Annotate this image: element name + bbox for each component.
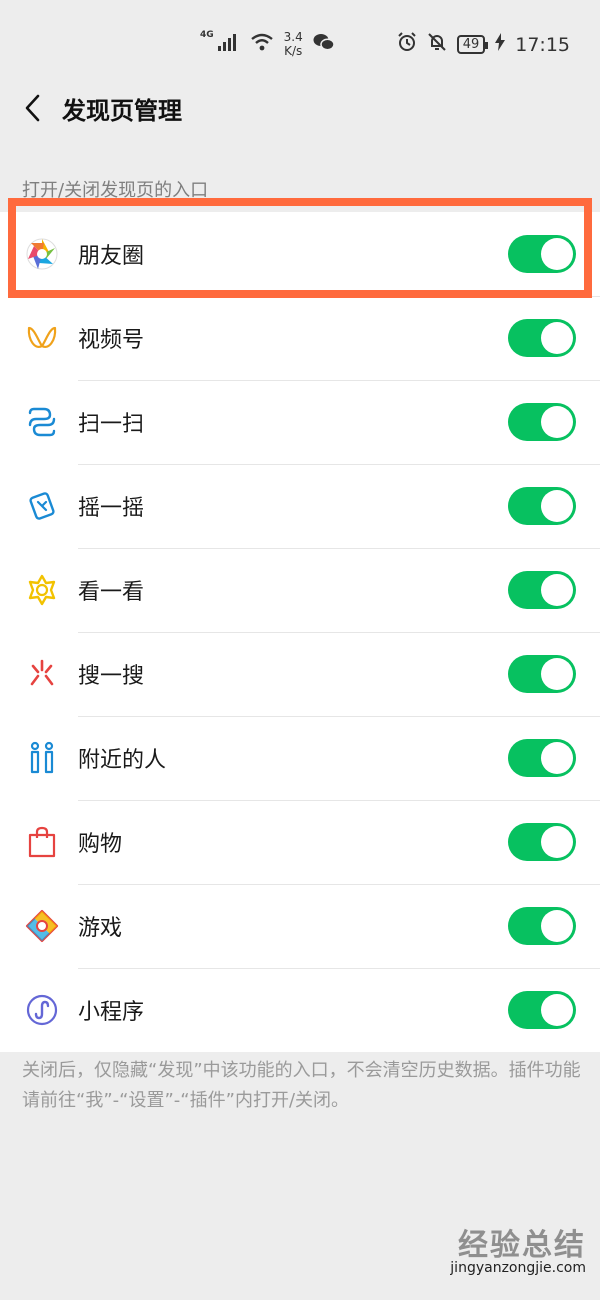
mini-programs-icon: [22, 990, 62, 1030]
list-item-search[interactable]: 搜一搜: [0, 632, 600, 716]
footer-note: 关闭后，仅隐藏“发现”中该功能的入口，不会清空历史数据。插件功能请前往“我”-“…: [22, 1060, 581, 1111]
games-toggle[interactable]: [508, 907, 576, 945]
net-speed-unit: K/s: [284, 44, 303, 58]
channels-toggle[interactable]: [508, 319, 576, 357]
item-label: 摇一摇: [78, 496, 145, 521]
item-label: 附近的人: [78, 748, 167, 773]
discover-entry-list: 朋友圈 视频号 扫一扫 摇一摇 看一看 搜一搜 附近的人 购物 游戏 小程序: [0, 212, 600, 1052]
mini-programs-toggle[interactable]: [508, 991, 576, 1029]
item-label: 游戏: [78, 916, 123, 941]
toggle-knob: [541, 742, 573, 774]
clock-time: 17:15: [515, 33, 570, 56]
moments-toggle[interactable]: [508, 235, 576, 273]
list-item-shake[interactable]: 摇一摇: [0, 464, 600, 548]
item-label: 看一看: [78, 580, 145, 605]
people-nearby-icon: [22, 738, 62, 778]
item-label: 朋友圈: [78, 244, 145, 269]
people-nearby-toggle[interactable]: [508, 739, 576, 777]
toggle-knob: [541, 658, 573, 690]
toggle-knob: [541, 490, 573, 522]
toggle-knob: [541, 994, 573, 1026]
item-label: 购物: [78, 832, 123, 857]
toggle-knob: [541, 406, 573, 438]
list-item-channels[interactable]: 视频号: [0, 296, 600, 380]
list-item-top-stories[interactable]: 看一看: [0, 548, 600, 632]
list-item-mini-programs[interactable]: 小程序: [0, 968, 600, 1052]
list-item-shopping[interactable]: 购物: [0, 800, 600, 884]
charging-icon: [495, 33, 506, 56]
toggle-knob: [541, 574, 573, 606]
net-speed: 3.4 K/s: [284, 30, 303, 58]
alarm-icon: [397, 32, 417, 57]
toggle-knob: [541, 910, 573, 942]
item-label: 视频号: [78, 328, 145, 353]
channels-icon: [22, 318, 62, 358]
top-stories-icon: [22, 570, 62, 610]
toggle-knob: [541, 322, 573, 354]
nav-bar: 发现页管理: [0, 76, 600, 140]
scan-icon: [22, 402, 62, 442]
status-center: 4G 3.4 K/s: [200, 30, 335, 58]
mute-bell-icon: [427, 32, 447, 57]
watermark: 经验总结 jingyanzongjie.com: [450, 1220, 586, 1276]
status-right: 49 17:15: [397, 32, 570, 57]
wechat-icon: [313, 33, 335, 55]
toggle-knob: [541, 826, 573, 858]
list-item-people-nearby[interactable]: 附近的人: [0, 716, 600, 800]
network-type: 4G: [200, 30, 214, 40]
games-icon: [22, 906, 62, 946]
search-icon: [22, 654, 62, 694]
shake-icon: [22, 486, 62, 526]
watermark-brand: 经验总结: [458, 1228, 586, 1263]
list-item-games[interactable]: 游戏: [0, 884, 600, 968]
back-arrow-icon: [25, 94, 40, 122]
top-stories-toggle[interactable]: [508, 571, 576, 609]
item-label: 扫一扫: [78, 412, 145, 437]
list-item-scan[interactable]: 扫一扫: [0, 380, 600, 464]
shopping-bag-icon: [22, 822, 62, 862]
search-toggle[interactable]: [508, 655, 576, 693]
page-title: 发现页管理: [62, 96, 182, 125]
section-label: 打开/关闭发现页的入口: [22, 180, 209, 201]
scan-toggle[interactable]: [508, 403, 576, 441]
shake-toggle[interactable]: [508, 487, 576, 525]
wifi-icon: [250, 33, 274, 55]
toggle-knob: [541, 238, 573, 270]
moments-icon: [22, 234, 62, 274]
net-speed-value: 3.4: [283, 30, 303, 44]
battery-indicator: 49: [456, 35, 488, 54]
shopping-toggle[interactable]: [508, 823, 576, 861]
back-button[interactable]: [2, 76, 62, 140]
list-item-moments[interactable]: 朋友圈: [0, 212, 600, 296]
item-label: 搜一搜: [78, 664, 145, 689]
item-label: 小程序: [78, 1000, 145, 1025]
status-bar: 4G 3.4 K/s 49 17:15: [0, 0, 600, 88]
signal-icon: [217, 33, 240, 55]
